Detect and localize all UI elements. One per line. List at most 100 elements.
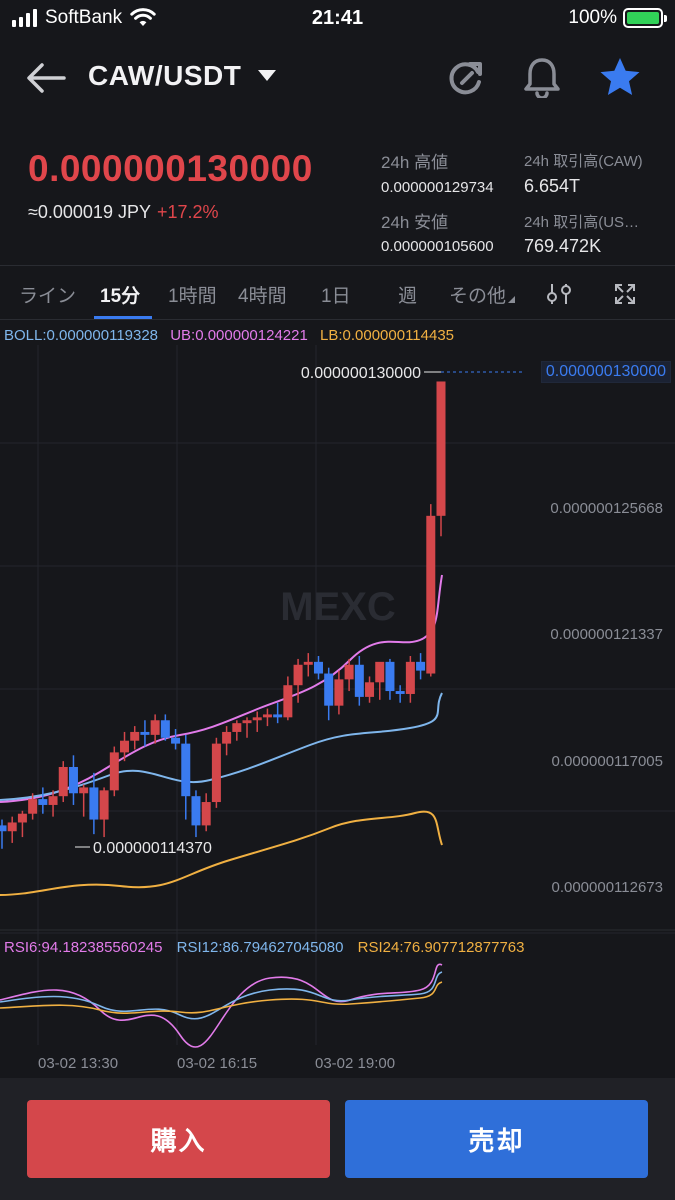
refresh-icon[interactable] <box>446 58 486 98</box>
lower-band-line <box>0 810 443 896</box>
candle-body <box>405 661 415 694</box>
candle-body <box>303 661 313 665</box>
candle-body <box>395 691 405 694</box>
vol-caw-label: 24h 取引高(CAW) <box>524 153 643 170</box>
low-label: 24h 安値 <box>381 213 449 232</box>
buy-button[interactable]: 購入 <box>27 1100 330 1178</box>
candle-body <box>7 822 17 832</box>
vol-usdt-label: 24h 取引高(US… <box>524 214 640 231</box>
tabs-top-divider <box>0 265 675 266</box>
candle-body <box>262 714 272 718</box>
candle-body <box>365 682 375 697</box>
candle-body <box>283 685 293 718</box>
candle-body <box>273 714 283 718</box>
high-label: 24h 高値 <box>381 153 449 172</box>
axis-label-4: 0.000000112673 <box>551 879 663 896</box>
watermark: MEXC <box>280 585 396 629</box>
tab-1h[interactable]: 1時間 <box>168 281 217 308</box>
tab-15m[interactable]: 15分 <box>100 281 140 308</box>
candle-body <box>79 787 89 794</box>
candle-body <box>354 664 364 697</box>
pair-title[interactable]: CAW/USDT <box>88 60 241 92</box>
rsi-indicator-line: RSI6:94.182385560245 RSI12:86.7946270450… <box>4 939 524 956</box>
candle-body <box>385 661 395 692</box>
candle-body <box>252 717 262 721</box>
low-marker-label: 0.000000114370 <box>93 840 212 857</box>
candle-body <box>211 743 221 803</box>
back-arrow-icon[interactable] <box>24 58 68 98</box>
candle-body <box>191 796 201 826</box>
candle-body <box>58 766 68 797</box>
price-change: +17.2% <box>156 202 219 222</box>
high-marker-label: 0.000000130000 <box>301 365 421 382</box>
candle-body <box>38 799 48 805</box>
candle-body <box>160 720 170 738</box>
low-value: 0.000000105600 <box>381 238 494 255</box>
battery-percent: 100% <box>568 7 617 28</box>
axis-label-1: 0.000000125668 <box>550 500 663 517</box>
vol-caw-value: 6.654T <box>524 176 581 196</box>
candle-body <box>140 731 150 735</box>
candle-body <box>120 740 130 753</box>
time-label-1: 03-02 13:30 <box>38 1055 119 1072</box>
candle-body <box>242 720 252 724</box>
candle-body <box>334 679 344 706</box>
candle-body <box>150 720 160 735</box>
battery-icon <box>623 8 667 28</box>
fullscreen-icon[interactable] <box>614 283 636 305</box>
candle-body <box>171 737 181 744</box>
tab-more[interactable]: その他 <box>449 281 506 308</box>
sell-button[interactable]: 売却 <box>345 1100 648 1178</box>
rsi12-line <box>0 971 443 1020</box>
rsi12-value: RSI12:86.794627045080 <box>176 939 344 956</box>
trade-footer: 購入 売却 <box>0 1078 675 1200</box>
candle-body <box>130 731 140 741</box>
candle-body <box>17 813 27 823</box>
tab-week[interactable]: 週 <box>398 281 417 308</box>
boll-value: BOLL:0.000000119328 <box>4 327 159 344</box>
indicator-settings-icon[interactable] <box>546 282 572 306</box>
time-label-3: 03-02 19:00 <box>315 1055 396 1072</box>
candle-body <box>375 661 385 683</box>
candle-body <box>222 731 232 744</box>
candle-body <box>426 515 436 674</box>
vol-usdt-value: 769.472K <box>524 236 602 256</box>
candle-body <box>89 787 99 820</box>
status-right: 100% <box>568 7 667 29</box>
candle-body <box>293 664 303 686</box>
candle-body <box>68 766 78 794</box>
rsi24-value: RSI24:76.907712877763 <box>357 939 525 956</box>
candle-body <box>28 799 38 814</box>
rsi6-value: RSI6:94.182385560245 <box>4 939 163 956</box>
candle-body <box>416 661 426 671</box>
candle-body <box>181 743 191 797</box>
candle-body <box>324 673 334 706</box>
tabs-bottom-divider <box>0 319 675 320</box>
last-price: 0.000000130000 <box>28 148 313 189</box>
candle-body <box>201 802 211 826</box>
tab-line[interactable]: ライン <box>19 281 76 308</box>
candle-body <box>109 752 119 791</box>
current-price-tag: 0.000000130000 <box>540 361 671 383</box>
header: CAW/USDT <box>0 48 675 108</box>
tab-1d[interactable]: 1日 <box>321 281 351 308</box>
boll-indicator-line: BOLL:0.000000119328 UB:0.000000124221 LB… <box>4 327 454 344</box>
candle-body <box>436 381 446 516</box>
price-jpy: ≈0.000019 JPY <box>28 202 151 222</box>
candle-body <box>0 825 7 832</box>
time-label-2: 03-02 16:15 <box>177 1055 258 1072</box>
caret-down-icon[interactable] <box>258 70 276 81</box>
candle-body <box>313 661 323 674</box>
high-value: 0.000000129734 <box>381 179 494 196</box>
candle-body <box>48 796 58 805</box>
price-jpy-line: ≈0.000019 JPY +17.2% <box>28 202 219 223</box>
bell-icon[interactable] <box>522 56 562 98</box>
axis-label-2: 0.000000121337 <box>550 626 663 643</box>
lb-value: LB:0.000000114435 <box>320 327 455 344</box>
candle-body <box>344 664 354 680</box>
more-corner-icon <box>508 296 515 303</box>
star-icon[interactable] <box>599 56 641 98</box>
status-bar: SoftBank 21:41 100% <box>0 0 675 38</box>
candle-body <box>232 723 242 732</box>
tab-4h[interactable]: 4時間 <box>238 281 287 308</box>
